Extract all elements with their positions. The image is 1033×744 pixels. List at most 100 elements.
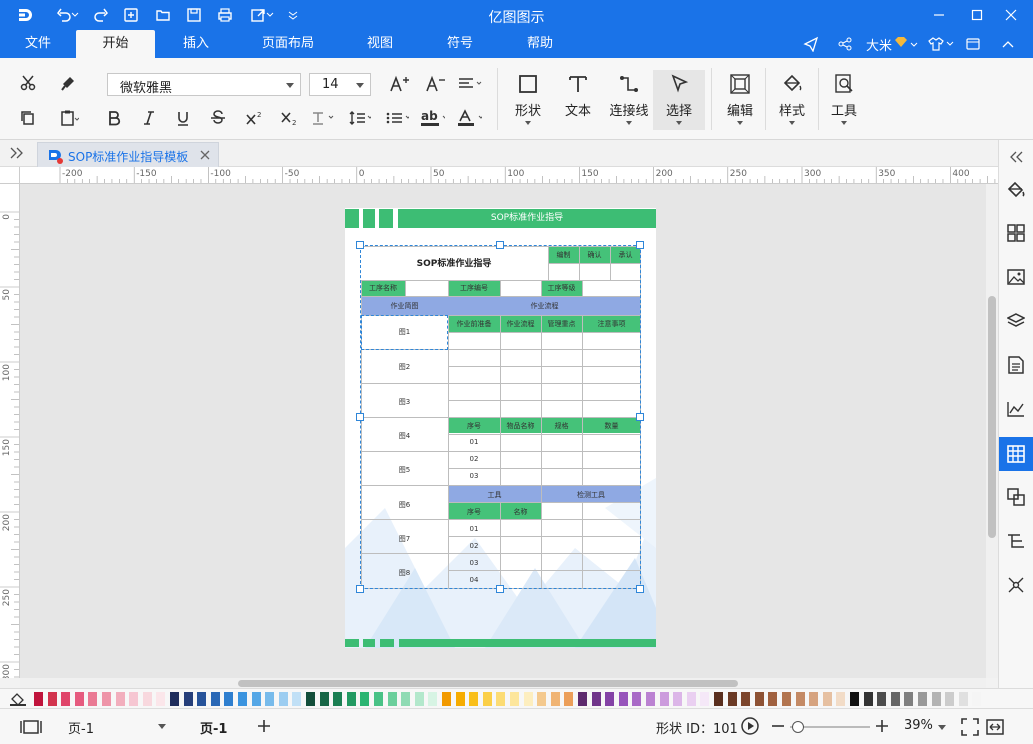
color-swatch[interactable]	[183, 692, 193, 706]
resize-handle[interactable]	[496, 585, 504, 593]
superscript-icon[interactable]: 2	[242, 106, 266, 130]
color-swatch[interactable]	[292, 692, 302, 706]
tools-button[interactable]: 工具	[818, 70, 870, 130]
color-swatch[interactable]	[333, 692, 343, 706]
color-swatch[interactable]	[618, 692, 628, 706]
resize-handle[interactable]	[356, 585, 364, 593]
diagram-page[interactable]: SOP标准作业指导 SOP标准作业指导 编制 确认 承认 工序名称 工序编号 工…	[345, 208, 656, 648]
resize-handle[interactable]	[356, 241, 364, 249]
color-swatch[interactable]	[523, 692, 533, 706]
color-swatch[interactable]	[129, 692, 139, 706]
color-swatch[interactable]	[360, 692, 370, 706]
tab-help[interactable]: 帮助	[512, 30, 568, 58]
color-swatch[interactable]	[646, 692, 655, 706]
resize-handle[interactable]	[356, 413, 364, 421]
mind-map-icon[interactable]	[1004, 573, 1028, 597]
color-swatch[interactable]	[224, 692, 234, 706]
horizontal-scrollbar[interactable]	[20, 678, 986, 688]
close-tab-icon[interactable]	[200, 149, 210, 163]
resize-handle[interactable]	[496, 241, 504, 249]
expand-library-icon[interactable]	[6, 142, 28, 164]
resize-handle[interactable]	[636, 413, 644, 421]
play-presentation-icon[interactable]	[738, 714, 762, 738]
vertical-ruler[interactable]: 0 50 100 150 200 250 300	[0, 184, 20, 678]
color-swatch[interactable]	[251, 692, 261, 706]
color-swatch[interactable]	[47, 692, 57, 706]
vertical-scrollbar[interactable]	[986, 184, 998, 678]
color-swatch[interactable]	[442, 692, 451, 706]
color-swatch[interactable]	[850, 692, 859, 706]
color-swatch[interactable]	[210, 692, 220, 706]
font-family-select[interactable]: 微软雅黑	[107, 73, 301, 96]
bullet-list-icon[interactable]	[385, 106, 409, 130]
page-selector[interactable]: 页-1	[56, 715, 171, 737]
color-swatch[interactable]	[88, 692, 98, 706]
color-swatch[interactable]	[496, 692, 506, 706]
color-swatch[interactable]	[578, 692, 587, 706]
color-swatch[interactable]	[61, 692, 71, 706]
color-swatch[interactable]	[306, 692, 315, 706]
grid-layout-icon[interactable]	[1004, 221, 1028, 245]
color-swatch[interactable]	[809, 692, 819, 706]
fill-color-icon[interactable]	[10, 692, 26, 709]
underline-icon[interactable]	[171, 106, 195, 130]
color-swatch[interactable]	[714, 692, 723, 706]
color-swatch[interactable]	[74, 692, 84, 706]
tab-file[interactable]: 文件	[12, 30, 64, 58]
color-swatch[interactable]	[727, 692, 737, 706]
color-swatch[interactable]	[863, 692, 873, 706]
align-icon[interactable]	[458, 72, 482, 96]
fill-bucket-icon[interactable]	[1004, 178, 1028, 202]
cut-icon[interactable]	[16, 71, 40, 95]
color-swatch[interactable]	[754, 692, 764, 706]
color-swatch[interactable]	[550, 692, 560, 706]
color-swatch[interactable]	[156, 692, 166, 706]
tab-insert[interactable]: 插入	[168, 30, 224, 58]
font-size-select[interactable]: 14	[309, 73, 371, 96]
chart-icon[interactable]	[1004, 397, 1028, 421]
edit-button[interactable]: 编辑	[714, 70, 766, 130]
color-swatch[interactable]	[605, 692, 615, 706]
tab-symbols[interactable]: 符号	[432, 30, 488, 58]
add-page-icon[interactable]	[252, 714, 276, 738]
color-swatch[interactable]	[455, 692, 465, 706]
subscript-icon[interactable]: 2	[277, 106, 301, 130]
bold-icon[interactable]	[102, 106, 126, 130]
color-swatch[interactable]	[142, 692, 152, 706]
text-style-icon[interactable]	[310, 106, 334, 130]
increase-font-icon[interactable]	[387, 72, 411, 96]
tab-home[interactable]: 开始	[76, 30, 155, 58]
resize-handle[interactable]	[636, 585, 644, 593]
image-icon[interactable]	[1004, 265, 1028, 289]
color-swatch[interactable]	[945, 692, 955, 706]
page-view-icon[interactable]	[19, 715, 43, 739]
shape-tool-button[interactable]: 形状	[502, 70, 554, 130]
drawing-canvas[interactable]: SOP标准作业指导 SOP标准作业指导 编制 确认 承认 工序名称 工序编号 工…	[20, 184, 986, 678]
zoom-slider-thumb[interactable]	[792, 721, 804, 733]
color-swatch[interactable]	[319, 692, 329, 706]
color-swatch[interactable]	[877, 692, 887, 706]
font-color-icon[interactable]	[458, 106, 482, 130]
paste-icon[interactable]	[57, 106, 81, 130]
color-swatch[interactable]	[115, 692, 125, 706]
collapse-ribbon-icon[interactable]	[1002, 34, 1014, 54]
shape-replace-icon[interactable]	[1004, 485, 1028, 509]
color-swatch[interactable]	[265, 692, 275, 706]
close-icon[interactable]	[1000, 4, 1022, 26]
vertical-scroll-thumb[interactable]	[988, 296, 996, 538]
color-swatch[interactable]	[782, 692, 791, 706]
color-swatch[interactable]	[346, 692, 356, 706]
collapse-panel-icon[interactable]	[1004, 145, 1028, 169]
text-highlight-icon[interactable]: ab	[421, 106, 445, 130]
color-swatch[interactable]	[170, 692, 179, 706]
zoom-dropdown-icon[interactable]	[938, 725, 946, 730]
share-icon[interactable]	[837, 34, 853, 54]
fit-page-icon[interactable]	[958, 715, 982, 739]
color-swatch[interactable]	[673, 692, 683, 706]
color-swatch[interactable]	[972, 692, 982, 706]
text-tool-button[interactable]: 文本	[552, 70, 604, 130]
horizontal-scroll-thumb[interactable]	[238, 680, 738, 687]
resize-handle[interactable]	[636, 241, 644, 249]
format-painter-icon[interactable]	[57, 71, 81, 95]
color-swatch[interactable]	[836, 692, 846, 706]
